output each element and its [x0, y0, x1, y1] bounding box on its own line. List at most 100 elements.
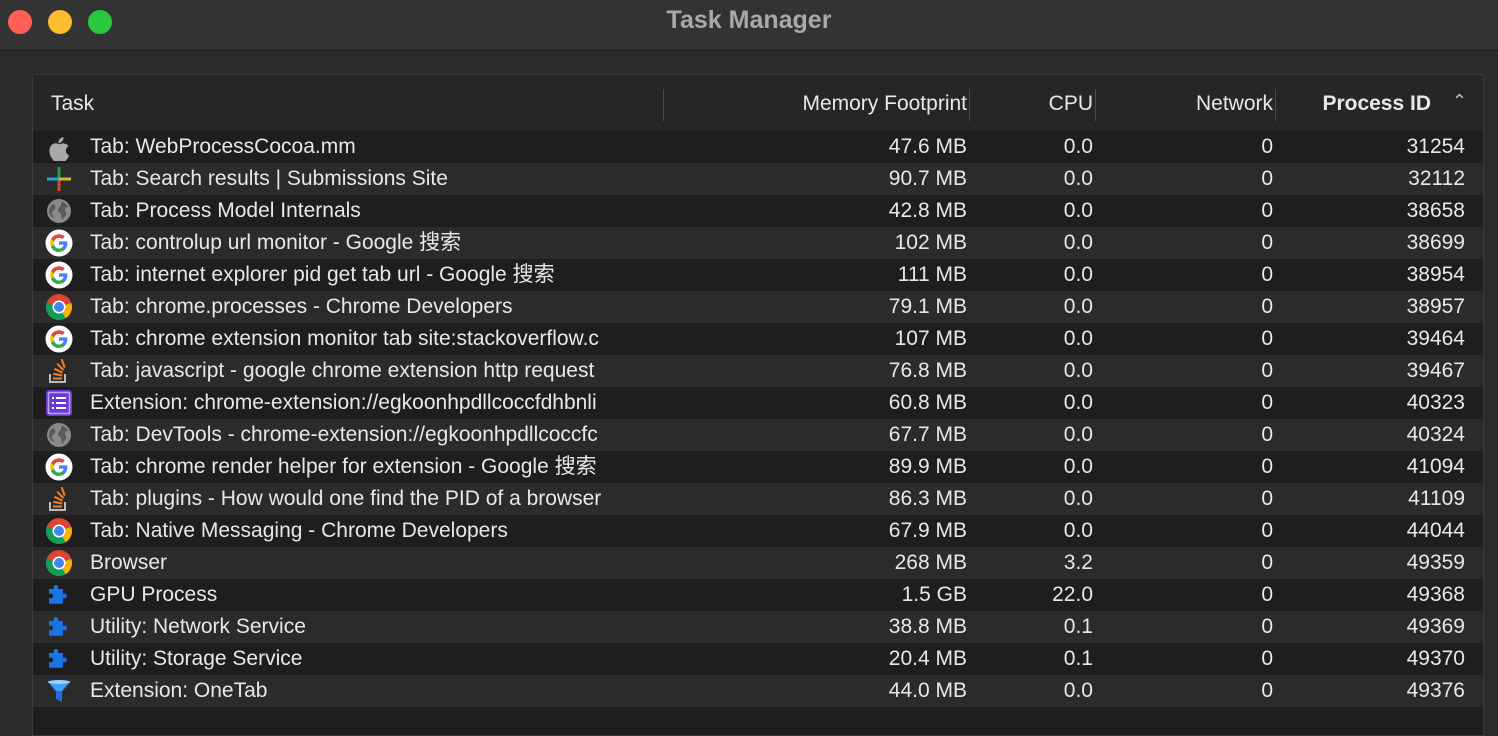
- memory-value: 90.7 MB: [888, 167, 967, 190]
- chrome-icon: [45, 517, 73, 545]
- process-id-value: 39467: [1406, 359, 1465, 382]
- table-row[interactable]: Tab: controlup url monitor - Google 搜索 10…: [33, 227, 1483, 259]
- table-row[interactable]: Tab: internet explorer pid get tab url -…: [33, 259, 1483, 291]
- table-row[interactable]: GPU Process 1.5 GB 22.0 0 49368: [33, 579, 1483, 611]
- plus-colored-icon: [45, 165, 73, 193]
- network-value: 0: [1261, 679, 1273, 702]
- network-value: 0: [1261, 615, 1273, 638]
- process-id-value: 39464: [1406, 327, 1465, 350]
- cpu-value: 0.0: [1063, 231, 1093, 254]
- memory-value: 38.8 MB: [888, 615, 967, 638]
- column-divider[interactable]: [663, 89, 664, 121]
- network-value: 0: [1261, 327, 1273, 350]
- cpu-value: 0.0: [1063, 455, 1093, 478]
- cpu-value: 0.0: [1063, 263, 1093, 286]
- sort-ascending-chevron-icon[interactable]: ⌃: [1452, 91, 1467, 112]
- process-id-value: 41109: [1408, 487, 1465, 510]
- process-id-value: 38954: [1406, 263, 1465, 286]
- cpu-value: 0.0: [1063, 135, 1093, 158]
- process-table: Task Memory Footprint CPU Network Proces…: [32, 74, 1484, 736]
- table-row[interactable]: Utility: Network Service 38.8 MB 0.1 0 49369: [33, 611, 1483, 643]
- process-id-value: 40323: [1406, 391, 1465, 414]
- process-id-value: 49369: [1406, 615, 1465, 638]
- process-id-value: 31254: [1406, 135, 1465, 158]
- task-name: Tab: chrome extension monitor tab site:s…: [90, 327, 599, 350]
- column-divider[interactable]: [1095, 89, 1096, 121]
- network-value: 0: [1261, 231, 1273, 254]
- task-name: Tab: DevTools - chrome-extension://egkoo…: [90, 423, 598, 446]
- memory-value: 268 MB: [894, 551, 967, 574]
- google-icon: [45, 261, 73, 289]
- memory-value: 67.9 MB: [888, 519, 967, 542]
- table-row[interactable]: Tab: javascript - google chrome extensio…: [33, 355, 1483, 387]
- network-value: 0: [1261, 583, 1273, 606]
- task-name: Utility: Network Service: [90, 615, 306, 638]
- cpu-value: 0.0: [1063, 519, 1093, 542]
- process-id-value: 38957: [1406, 295, 1465, 318]
- task-name: Tab: javascript - google chrome extensio…: [90, 359, 595, 382]
- globe-icon: [45, 197, 73, 225]
- column-header-cpu[interactable]: CPU: [1049, 91, 1093, 117]
- task-name: Extension: OneTab: [90, 679, 268, 702]
- task-name: Extension: chrome-extension://egkoonhpdl…: [90, 391, 597, 414]
- table-row[interactable]: Tab: Search results | Submissions Site 90…: [33, 163, 1483, 195]
- table-row[interactable]: Tab: chrome render helper for extension …: [33, 451, 1483, 483]
- network-value: 0: [1261, 455, 1273, 478]
- process-id-value: 49359: [1406, 551, 1465, 574]
- memory-value: 76.8 MB: [888, 359, 967, 382]
- process-id-value: 41094: [1406, 455, 1465, 478]
- cpu-value: 0.0: [1063, 199, 1093, 222]
- process-id-value: 38658: [1406, 199, 1465, 222]
- table-row[interactable]: Tab: chrome.processes - Chrome Developer…: [33, 291, 1483, 323]
- table-row[interactable]: Tab: DevTools - chrome-extension://egkoo…: [33, 419, 1483, 451]
- process-id-value: 44044: [1406, 519, 1465, 542]
- cpu-value: 0.0: [1063, 327, 1093, 350]
- column-divider[interactable]: [969, 89, 970, 121]
- table-row[interactable]: Extension: chrome-extension://egkoonhpdl…: [33, 387, 1483, 419]
- cpu-value: 22.0: [1052, 583, 1093, 606]
- column-header-memory[interactable]: Memory Footprint: [802, 91, 967, 117]
- table-row[interactable]: Tab: chrome extension monitor tab site:s…: [33, 323, 1483, 355]
- table-row[interactable]: Browser 268 MB 3.2 0 49359: [33, 547, 1483, 579]
- network-value: 0: [1261, 487, 1273, 510]
- globe-icon: [45, 421, 73, 449]
- cpu-value: 0.0: [1063, 679, 1093, 702]
- network-value: 0: [1261, 263, 1273, 286]
- column-divider[interactable]: [1275, 89, 1276, 121]
- process-id-value: 49368: [1406, 583, 1465, 606]
- network-value: 0: [1261, 359, 1273, 382]
- cpu-value: 0.0: [1063, 487, 1093, 510]
- memory-value: 44.0 MB: [888, 679, 967, 702]
- cpu-value: 0.0: [1063, 423, 1093, 446]
- table-header: Task Memory Footprint CPU Network Proces…: [33, 75, 1483, 132]
- network-value: 0: [1261, 391, 1273, 414]
- task-name: Tab: WebProcessCocoa.mm: [90, 135, 356, 158]
- table-row[interactable]: Tab: Process Model Internals 42.8 MB 0.0 0 3…: [33, 195, 1483, 227]
- memory-value: 79.1 MB: [888, 295, 967, 318]
- cpu-value: 0.1: [1063, 647, 1093, 670]
- column-header-process-id[interactable]: Process ID: [1322, 91, 1431, 117]
- table-row[interactable]: Tab: WebProcessCocoa.mm 47.6 MB 0.0 0 31254: [33, 131, 1483, 163]
- process-id-value: 40324: [1406, 423, 1465, 446]
- table-row[interactable]: Utility: Storage Service 20.4 MB 0.1 0 49370: [33, 643, 1483, 675]
- window-title: Task Manager: [666, 6, 832, 34]
- table-row[interactable]: Tab: Native Messaging - Chrome Developer…: [33, 515, 1483, 547]
- chrome-icon: [45, 293, 73, 321]
- cpu-value: 0.0: [1063, 167, 1093, 190]
- table-body: Tab: WebProcessCocoa.mm 47.6 MB 0.0 0 31254 T…: [33, 131, 1483, 707]
- google-icon: [45, 325, 73, 353]
- memory-value: 20.4 MB: [888, 647, 967, 670]
- cpu-value: 0.1: [1063, 615, 1093, 638]
- task-name: GPU Process: [90, 583, 218, 606]
- column-header-task[interactable]: Task: [51, 91, 94, 117]
- memory-value: 47.6 MB: [888, 135, 967, 158]
- table-row[interactable]: Extension: OneTab 44.0 MB 0.0 0 49376: [33, 675, 1483, 707]
- task-name: Tab: chrome.processes - Chrome Developer…: [90, 295, 513, 318]
- network-value: 0: [1261, 135, 1273, 158]
- title-bar: Task Manager: [0, 0, 1498, 51]
- task-name: Tab: Process Model Internals: [90, 199, 361, 222]
- memory-value: 86.3 MB: [888, 487, 967, 510]
- column-header-network[interactable]: Network: [1196, 91, 1273, 117]
- memory-value: 60.8 MB: [888, 391, 967, 414]
- table-row[interactable]: Tab: plugins - How would one find the PI…: [33, 483, 1483, 515]
